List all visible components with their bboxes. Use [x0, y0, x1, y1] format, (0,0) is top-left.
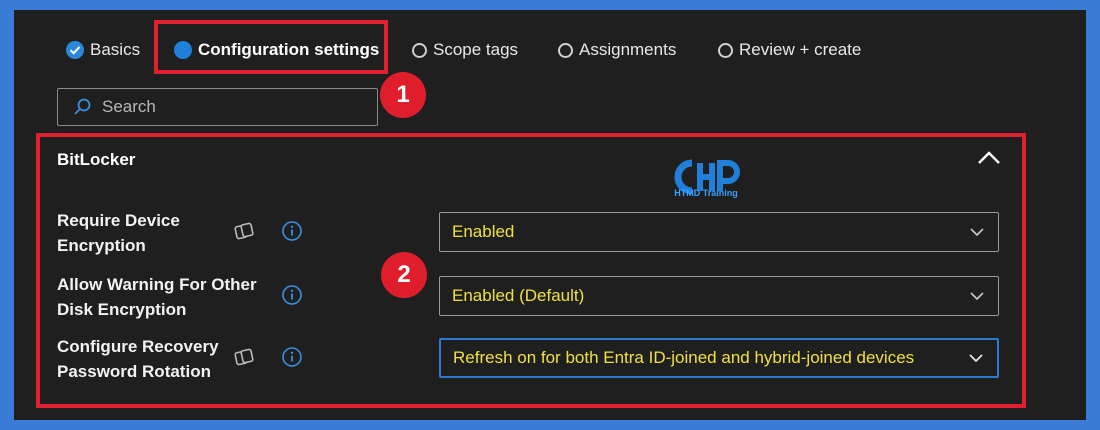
annotation-badge-2: 2	[381, 252, 427, 298]
empty-circle-icon	[718, 42, 733, 58]
annotation-box-step	[154, 20, 388, 74]
search-icon	[74, 98, 91, 115]
step-label: Assignments	[579, 40, 677, 59]
step-label: Review + create	[739, 40, 862, 59]
step-basics[interactable]: Basics	[66, 38, 140, 62]
empty-circle-icon	[412, 42, 427, 58]
step-label: Scope tags	[433, 40, 519, 59]
empty-circle-icon	[558, 42, 573, 58]
step-scope-tags[interactable]: Scope tags	[412, 38, 518, 62]
step-assignments[interactable]: Assignments	[558, 38, 676, 62]
step-label: Basics	[90, 40, 141, 59]
configuration-panel: Basics Configuration settings Scope tags…	[14, 10, 1086, 420]
step-review-create[interactable]: Review + create	[718, 38, 861, 62]
annotation-box-bitlocker	[36, 133, 1026, 408]
checkmark-circle-icon	[66, 41, 84, 59]
annotation-badge-1: 1	[380, 72, 426, 118]
search-input[interactable]	[100, 96, 364, 118]
search-box[interactable]	[57, 88, 378, 126]
